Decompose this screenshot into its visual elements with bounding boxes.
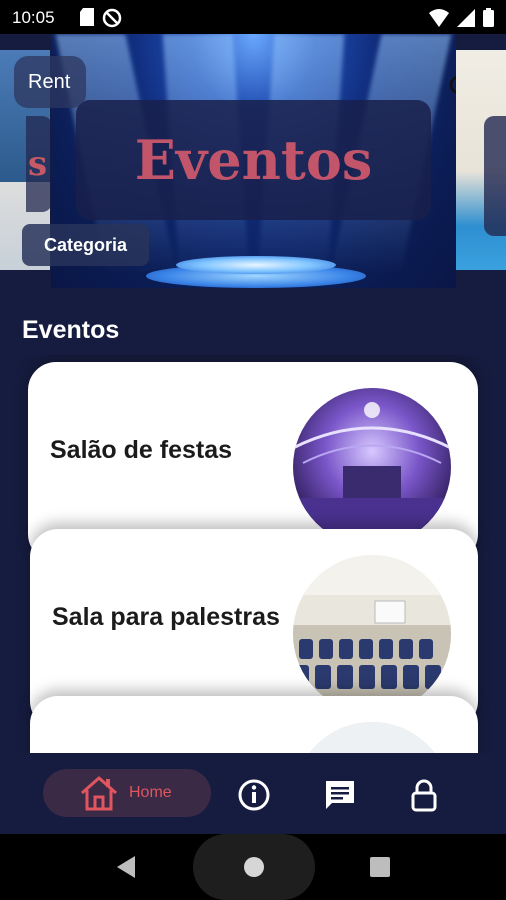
info-icon[interactable] (237, 778, 271, 812)
chat-icon[interactable] (323, 778, 357, 812)
event-label: Salão de festas (50, 436, 233, 464)
signal-icon (457, 8, 475, 27)
event-photo-palestras (293, 555, 451, 713)
home-icon (81, 776, 117, 811)
sd-card-icon (80, 8, 94, 26)
home-circle-icon (244, 857, 264, 877)
lock-icon[interactable] (407, 778, 441, 812)
status-time: 10:05 (12, 8, 55, 27)
nav-home-button[interactable]: Home (43, 769, 211, 817)
system-navigation-bar (0, 834, 506, 900)
event-photo-salao (293, 388, 451, 546)
app-brand-chip: Rent (14, 56, 87, 108)
status-bar: 10:05 (0, 0, 506, 34)
categoria-button[interactable]: Categoria (22, 224, 150, 266)
category-carousel[interactable]: s Eventos Rent Categoria (0, 34, 506, 288)
search-icon[interactable] (448, 74, 456, 102)
app-screen: 10:05 s Eventos Rent Categoria Eventos S… (0, 0, 506, 900)
categoria-label: Categoria (44, 234, 128, 255)
section-title: Eventos (22, 316, 120, 344)
bottom-navigation: Home (0, 754, 506, 834)
recents-icon[interactable] (370, 857, 390, 877)
event-card-third[interactable] (30, 696, 478, 753)
nav-home-label: Home (129, 784, 172, 801)
carousel-title: Eventos (134, 128, 373, 192)
home-pill[interactable] (193, 834, 315, 900)
event-label: Sala para palestras (52, 603, 280, 631)
battery-icon (483, 8, 494, 27)
event-photo-third (293, 722, 451, 753)
event-list[interactable]: Salão de festas Sala para palestras (0, 355, 506, 753)
do-not-disturb-icon (102, 8, 122, 28)
carousel-card-next[interactable] (456, 50, 506, 270)
carousel-peek-title: s (28, 144, 48, 184)
carousel-title-box: Eventos (76, 100, 431, 220)
rent-label: Rent (28, 70, 71, 93)
wifi-icon (429, 8, 449, 27)
back-icon[interactable] (115, 855, 137, 879)
